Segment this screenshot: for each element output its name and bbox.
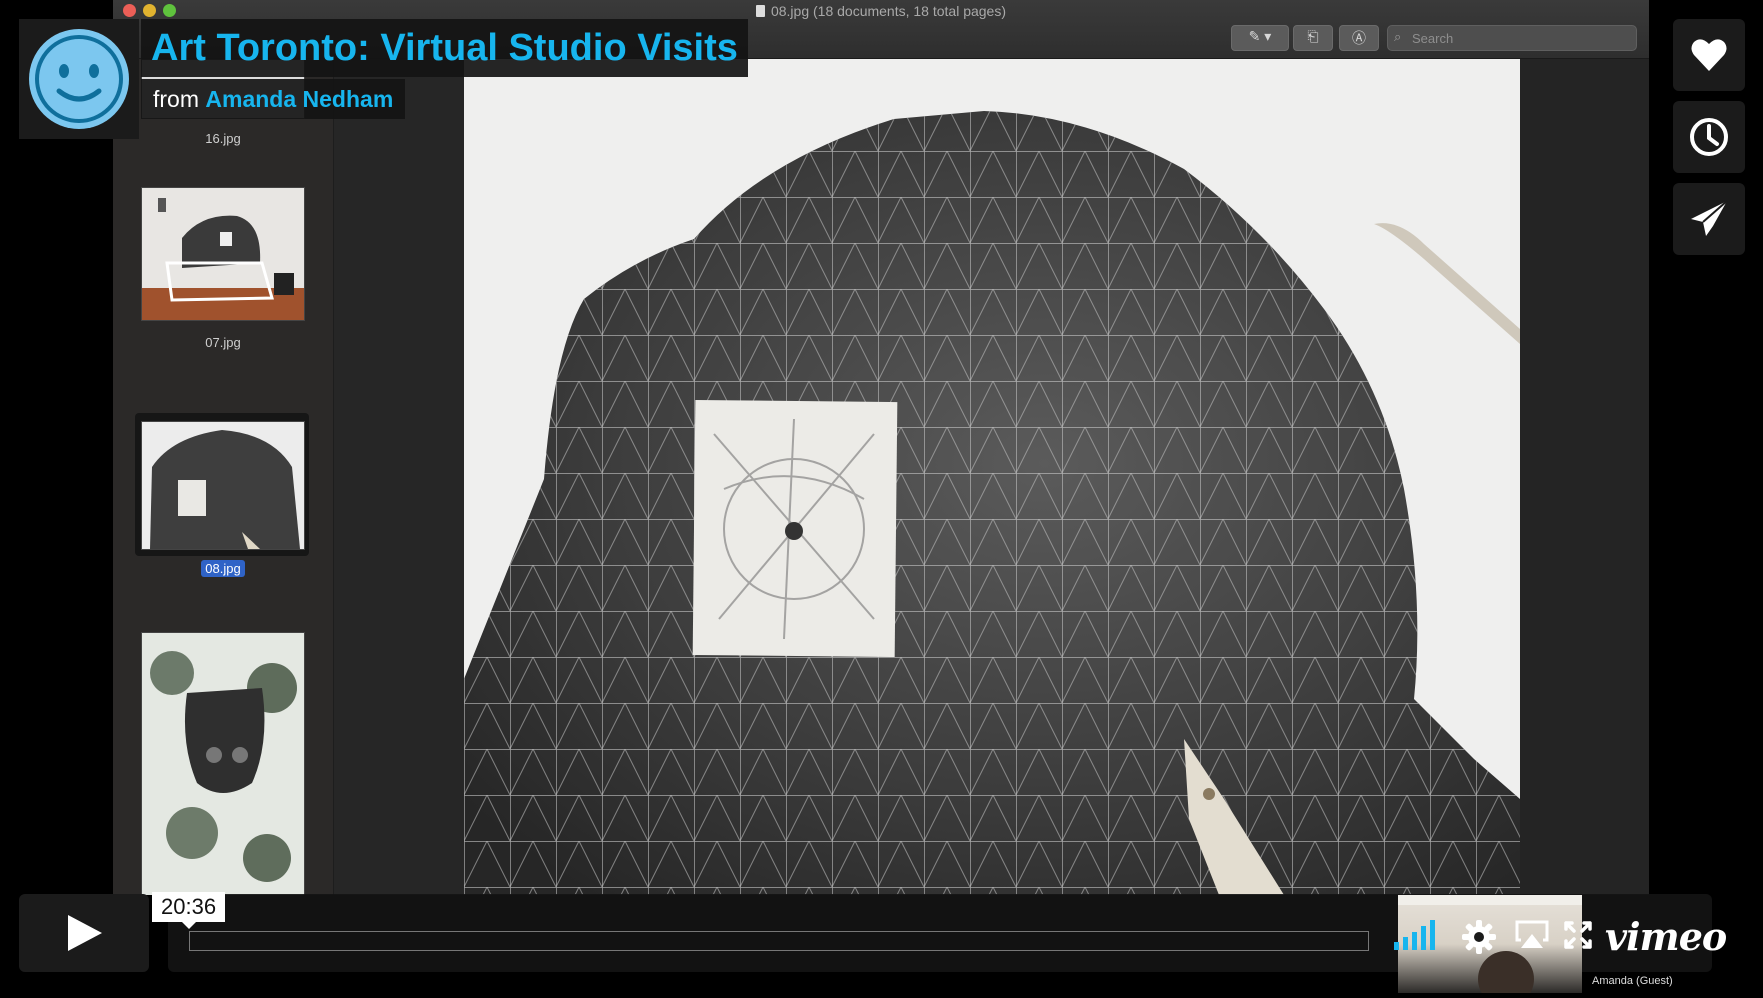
thumbnail-caption: 07.jpg	[205, 335, 241, 350]
share-button[interactable]	[1673, 183, 1745, 255]
thumbnail-image	[141, 187, 305, 321]
main-document-image	[464, 59, 1520, 895]
video-byline: from Amanda Nedham	[141, 79, 406, 119]
heart-icon	[1691, 39, 1727, 71]
thumbnail-item[interactable]	[113, 632, 333, 895]
video-title-bar: Art Toronto: Virtual Studio Visits	[141, 19, 748, 77]
window-title-wrap: 08.jpg (18 documents, 18 total pages)	[113, 3, 1649, 19]
author-link[interactable]: Amanda Nedham	[205, 86, 393, 112]
fullscreen-icon[interactable]	[1563, 920, 1593, 950]
play-icon	[68, 915, 102, 951]
thumbnail-image	[141, 632, 305, 895]
thumbnail-caption-selected: 08.jpg	[201, 560, 245, 577]
markup-button[interactable]: ✎ ▾	[1231, 25, 1289, 51]
pen-icon: ✎ ▾	[1248, 28, 1272, 44]
gear-icon[interactable]	[1462, 920, 1496, 954]
clock-icon	[1690, 118, 1728, 156]
search-icon: ⌕	[1394, 29, 1402, 44]
webcam-guest-label: Amanda (Guest)	[1592, 975, 1673, 987]
thumbnail-caption: 16.jpg	[205, 131, 241, 146]
window-title: 08.jpg (18 documents, 18 total pages)	[770, 3, 1007, 19]
volume-bars-icon[interactable]	[1394, 920, 1442, 950]
rotate-button[interactable]: ⎗	[1293, 25, 1333, 51]
rotate-icon: ⎗	[1307, 28, 1319, 44]
vimeo-logo[interactable]: vimeo	[1605, 914, 1727, 959]
preview-window: 08.jpg (18 documents, 18 total pages) ✎ …	[113, 0, 1649, 895]
sidebar-gutter	[334, 59, 464, 895]
byline-prefix: from	[153, 86, 199, 112]
annotate-icon: Ⓐ	[1352, 30, 1366, 46]
paper-plane-icon	[1691, 200, 1728, 236]
artwork-photo	[464, 111, 1520, 895]
author-avatar[interactable]	[19, 19, 139, 139]
document-icon	[755, 5, 765, 17]
window-right-pad	[1520, 59, 1649, 895]
thumbnail-item-selected[interactable]: 08.jpg	[113, 421, 333, 611]
play-button[interactable]	[19, 894, 149, 972]
search-field[interactable]: ⌕	[1387, 25, 1637, 51]
airplay-icon[interactable]	[1515, 920, 1549, 950]
current-time: 20:36	[152, 892, 226, 929]
annotate-button[interactable]: Ⓐ	[1339, 25, 1379, 51]
thumbnail-image	[141, 421, 305, 550]
thumbnail-sidebar[interactable]: 16.jpg 07.jpg 08.jpg	[113, 59, 334, 895]
watch-later-button[interactable]	[1673, 101, 1745, 173]
thumbnail-caption: 08.jpg	[113, 560, 333, 577]
search-input[interactable]	[1410, 28, 1624, 48]
thumbnail-item[interactable]: 07.jpg	[113, 187, 333, 350]
progress-bar[interactable]	[189, 931, 1369, 951]
video-title[interactable]: Art Toronto: Virtual Studio Visits	[151, 19, 738, 77]
like-button[interactable]	[1673, 19, 1745, 91]
avatar-face-icon	[29, 29, 129, 129]
